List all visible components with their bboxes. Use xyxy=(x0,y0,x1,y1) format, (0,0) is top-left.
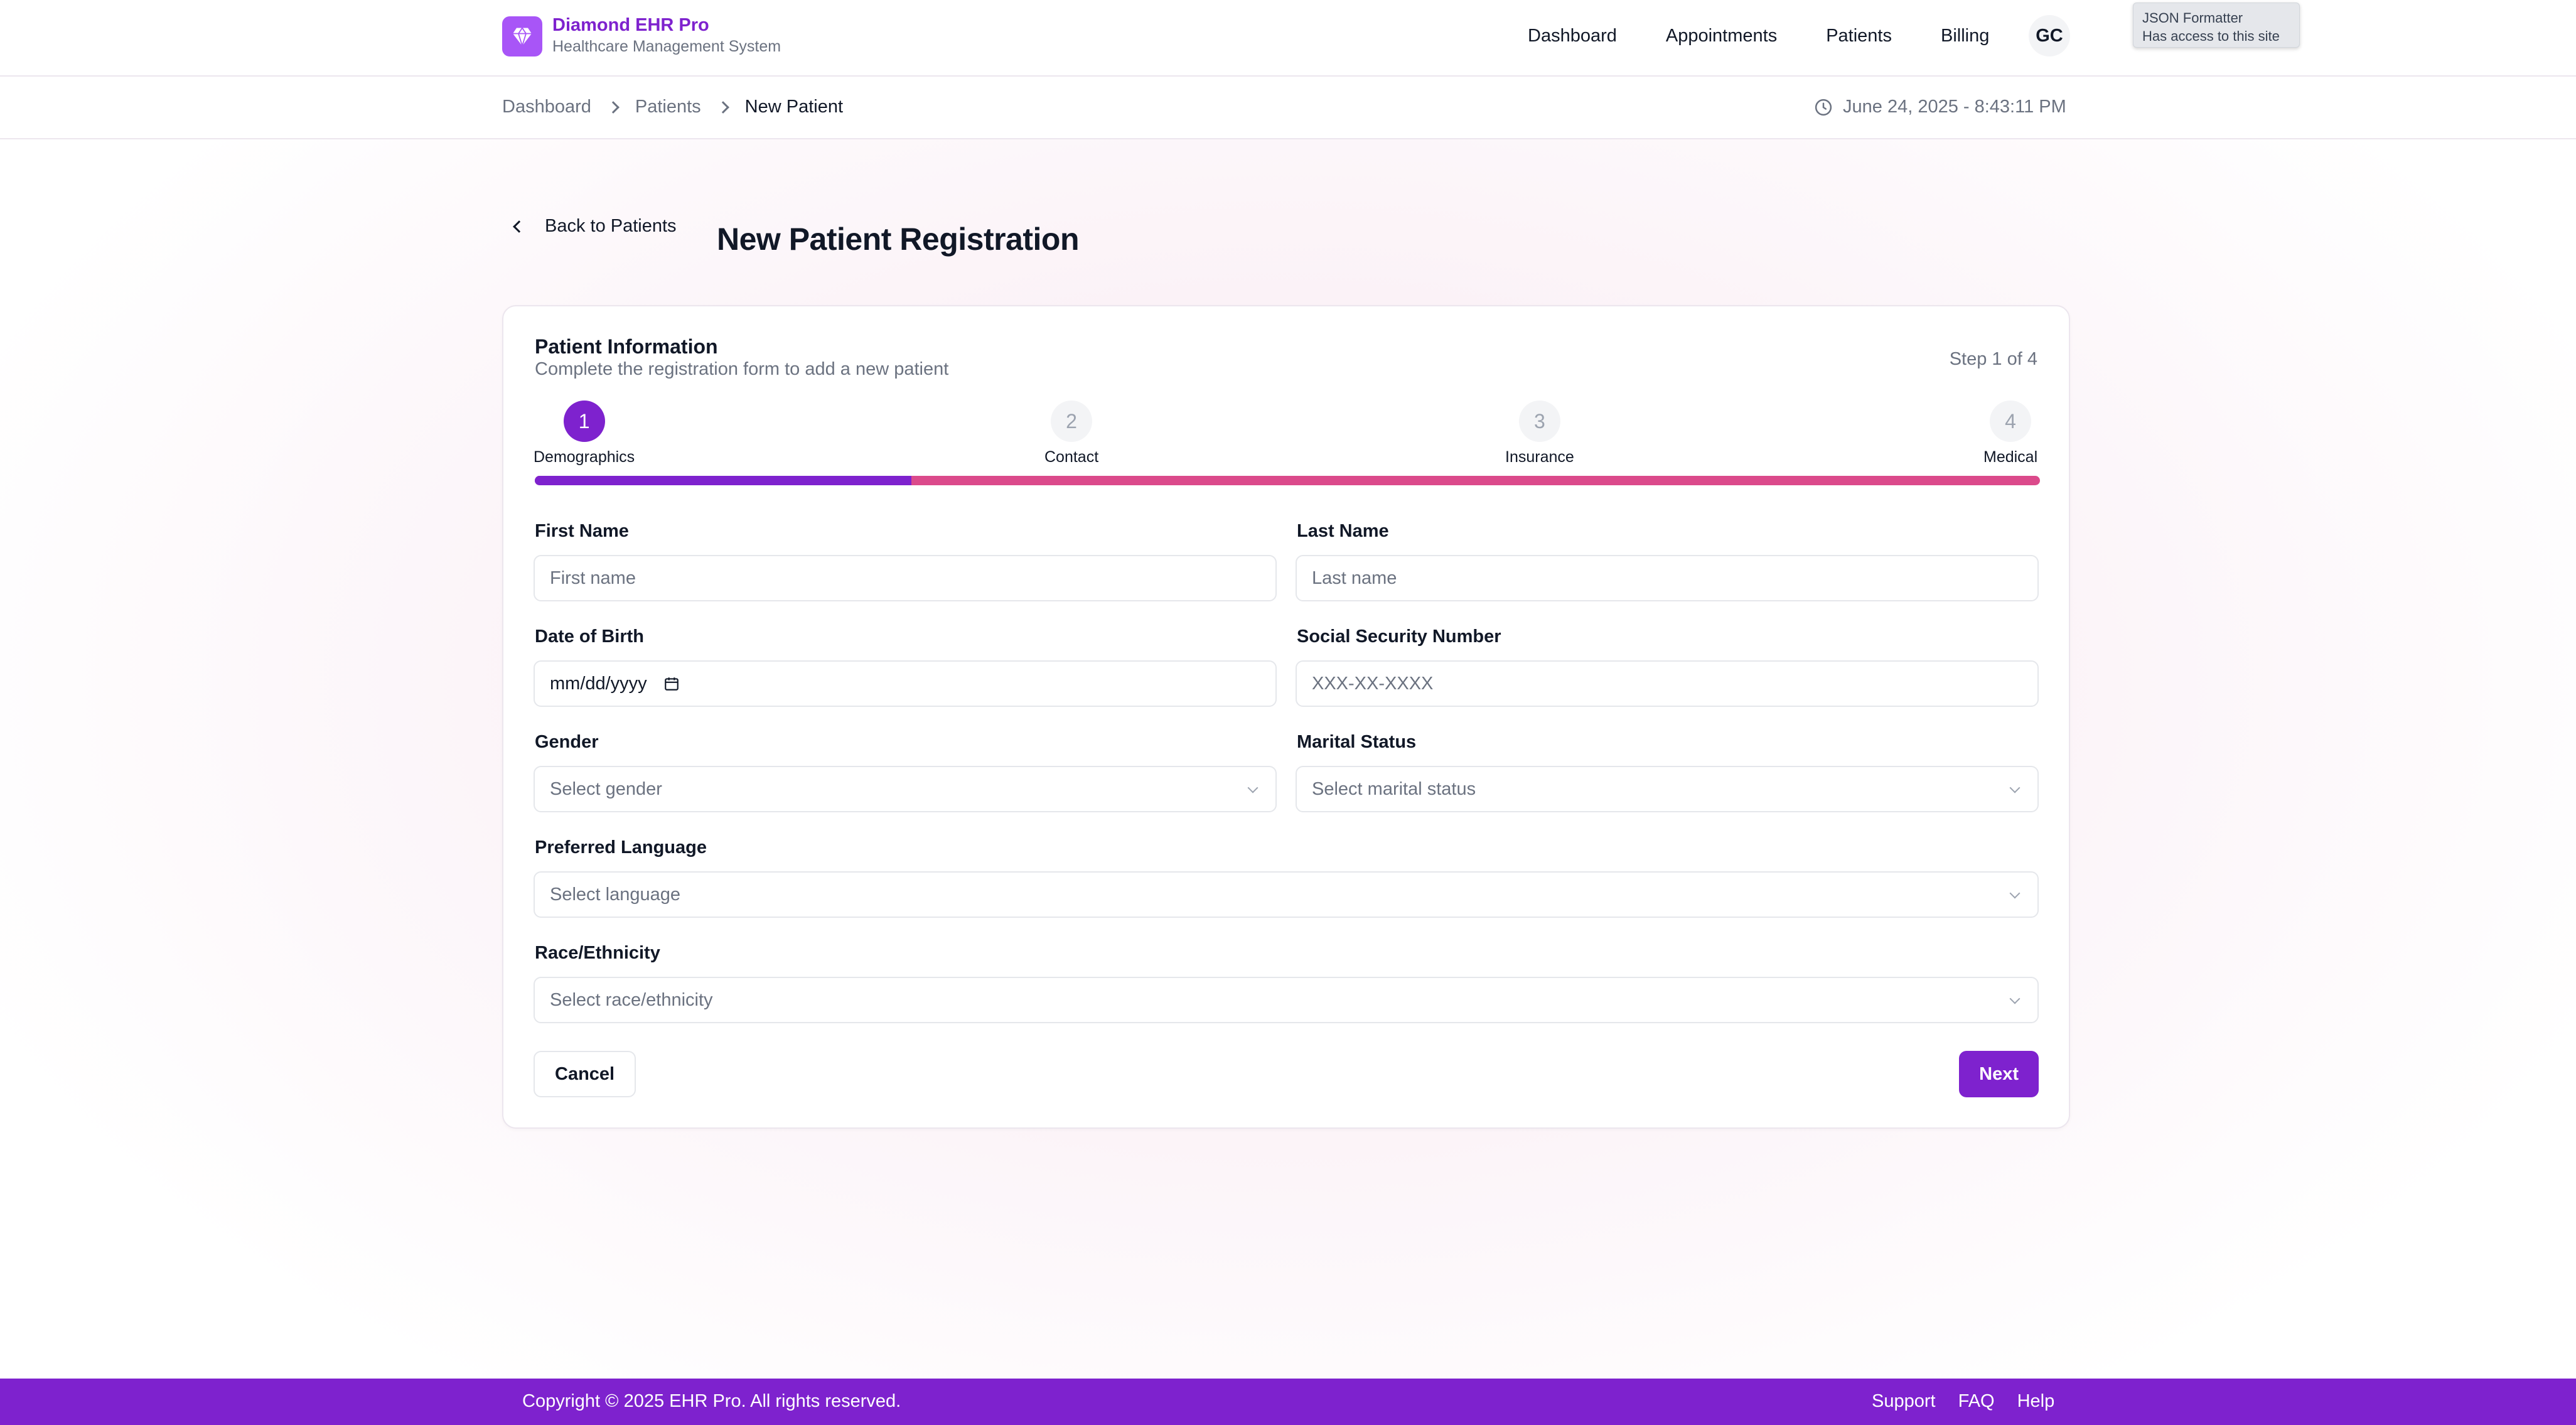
language-placeholder: Select language xyxy=(550,884,680,905)
breadcrumb-bar: Dashboard Patients New Patient June 24, … xyxy=(0,77,2576,139)
step-medical[interactable]: 4 Medical xyxy=(1983,401,2037,466)
back-label: Back to Patients xyxy=(545,216,677,236)
step-label: Medical xyxy=(1983,448,2038,466)
nav-patients[interactable]: Patients xyxy=(1805,14,1913,58)
gender-label: Gender xyxy=(535,732,599,752)
progress-bar xyxy=(535,476,2040,485)
first-name-input[interactable]: First name xyxy=(534,555,1277,601)
diamond-icon[interactable] xyxy=(502,16,542,56)
breadcrumb-dashboard[interactable]: Dashboard xyxy=(502,97,591,117)
chevron-down-icon xyxy=(2009,993,2021,1004)
dob-input[interactable]: mm/dd/yyyy xyxy=(534,660,1277,707)
ssn-input[interactable]: XXX-XX-XXXX xyxy=(1296,660,2039,707)
datetime-display: June 24, 2025 - 8:43:11 PM xyxy=(1814,97,2066,117)
main-nav: Dashboard Appointments Patients Billing xyxy=(1506,13,2011,59)
gender-select[interactable]: Select gender xyxy=(534,766,1277,812)
step-contact[interactable]: 2 Contact xyxy=(1044,401,1098,466)
footer: Copyright © 2025 EHR Pro. All rights res… xyxy=(0,1379,2576,1425)
chevron-right-icon xyxy=(716,100,729,114)
datetime-text: June 24, 2025 - 8:43:11 PM xyxy=(1843,97,2066,117)
app-title: Diamond EHR Pro xyxy=(552,15,709,35)
gender-placeholder: Select gender xyxy=(550,778,662,799)
registration-card: Patient Information Complete the registr… xyxy=(502,305,2070,1129)
progress-fill xyxy=(535,476,911,485)
copyright-text: Copyright © 2025 EHR Pro. All rights res… xyxy=(522,1391,901,1411)
footer-links: Support FAQ Help xyxy=(1872,1391,2054,1412)
race-select[interactable]: Select race/ethnicity xyxy=(534,977,2039,1023)
footer-link-faq[interactable]: FAQ xyxy=(1958,1391,1995,1412)
ssn-label: Social Security Number xyxy=(1297,626,1501,647)
app-subtitle: Healthcare Management System xyxy=(552,38,781,55)
last-name-input[interactable]: Last name xyxy=(1296,555,2039,601)
footer-link-support[interactable]: Support xyxy=(1872,1391,1936,1412)
breadcrumb-current: New Patient xyxy=(744,97,844,117)
nav-appointments[interactable]: Appointments xyxy=(1644,14,1799,58)
marital-status-label: Marital Status xyxy=(1297,732,1417,752)
step-insurance[interactable]: 3 Insurance xyxy=(1505,401,1574,466)
race-label: Race/Ethnicity xyxy=(535,943,660,963)
next-button[interactable]: Next xyxy=(1959,1051,2039,1097)
user-avatar[interactable]: GC xyxy=(2029,15,2070,56)
chevron-right-icon xyxy=(606,100,620,114)
race-placeholder: Select race/ethnicity xyxy=(550,989,713,1010)
card-description: Complete the registration form to add a … xyxy=(535,359,949,379)
last-name-label: Last Name xyxy=(1297,521,1389,541)
last-name-placeholder: Last name xyxy=(1312,567,1397,588)
chevron-down-icon xyxy=(2009,782,2021,793)
chevron-down-icon xyxy=(2009,888,2021,899)
back-to-patients-button[interactable]: Back to Patients xyxy=(513,216,677,237)
nav-dashboard[interactable]: Dashboard xyxy=(1506,14,1638,58)
step-label: Demographics xyxy=(534,448,635,466)
dob-label: Date of Birth xyxy=(535,626,644,647)
step-number: 2 xyxy=(1051,401,1093,442)
card-title: Patient Information xyxy=(535,335,718,358)
breadcrumb: Dashboard Patients New Patient xyxy=(502,97,843,117)
nav-billing[interactable]: Billing xyxy=(1919,14,2011,58)
first-name-label: First Name xyxy=(535,521,629,541)
cancel-button[interactable]: Cancel xyxy=(534,1051,636,1097)
step-number: 3 xyxy=(1518,401,1560,442)
step-number: 4 xyxy=(1990,401,2032,442)
footer-link-help[interactable]: Help xyxy=(2017,1391,2055,1412)
marital-status-select[interactable]: Select marital status xyxy=(1296,766,2039,812)
page-title: New Patient Registration xyxy=(717,222,1080,257)
top-header: Diamond EHR Pro Healthcare Management Sy… xyxy=(0,0,2576,77)
first-name-placeholder: First name xyxy=(550,567,636,588)
extension-tooltip-title: JSON Formatter xyxy=(2142,10,2243,26)
chevron-left-icon xyxy=(513,220,525,233)
step-number: 1 xyxy=(563,401,605,442)
extension-tooltip-body: Has access to this site xyxy=(2142,28,2280,44)
marital-status-placeholder: Select marital status xyxy=(1312,778,1476,799)
language-select[interactable]: Select language xyxy=(534,871,2039,918)
breadcrumb-patients[interactable]: Patients xyxy=(635,97,701,117)
step-label: Contact xyxy=(1044,448,1099,466)
clock-icon xyxy=(1815,99,1832,116)
ssn-placeholder: XXX-XX-XXXX xyxy=(1312,673,1434,694)
chevron-down-icon xyxy=(1247,782,1258,793)
step-demographics[interactable]: 1 Demographics xyxy=(534,401,635,466)
dob-placeholder: mm/dd/yyyy xyxy=(550,673,647,694)
calendar-icon[interactable] xyxy=(663,675,680,692)
language-label: Preferred Language xyxy=(535,837,707,858)
extension-tooltip: JSON Formatter Has access to this site xyxy=(2133,3,2300,48)
step-counter: Step 1 of 4 xyxy=(1949,349,2037,369)
step-label: Insurance xyxy=(1505,448,1574,466)
